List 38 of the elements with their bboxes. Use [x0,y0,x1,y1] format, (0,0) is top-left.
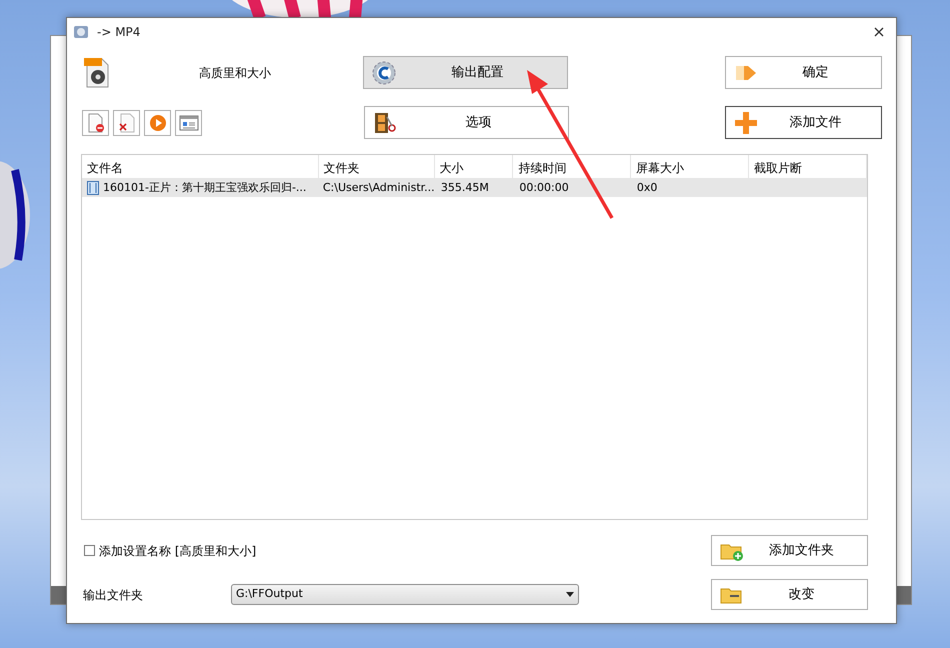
action-button[interactable]: 确定 [725,56,882,89]
column-header[interactable]: 持续时间 [513,155,632,178]
play-icon [148,114,166,132]
table-cell-text: 160101-正片：第十期王宝强欢乐回归-... [103,180,306,196]
action-button[interactable]: 选项 [364,106,569,139]
file-minus-icon [86,112,104,132]
app-icon [73,25,89,39]
file-cross-icon [118,112,136,132]
column-header[interactable]: 文件夹 [318,155,435,178]
plus-icon [734,110,758,134]
column-header[interactable]: 大小 [434,155,514,178]
change-button[interactable]: 改变 [711,579,868,610]
checkbox[interactable] [84,545,95,556]
column-header[interactable]: 截取片断 [749,155,868,178]
column-header[interactable]: 文件名 [82,155,319,178]
output-folder-dropdown[interactable]: G:\FFOutput [231,584,579,605]
mp4-file-icon [83,56,111,88]
video-file-icon [87,181,99,195]
action-button[interactable]: 输出配置 [363,56,568,89]
table-cell-text: C:\Users\Administr... [322,180,436,196]
film-scissors-icon [373,110,397,134]
column-header[interactable]: 屏幕大小 [631,155,750,178]
table-cell-text: 355.45M [440,180,490,196]
action-button[interactable]: 添加文件 [725,106,882,139]
table-cell-text: 0x0 [636,180,658,196]
output-folder-label: 输出文件夹 [83,586,144,604]
gear-icon [372,60,396,84]
play-button[interactable] [144,110,171,136]
window-icon [178,114,198,130]
window-title: -> MP4 [97,24,140,41]
info-window-button[interactable] [175,110,202,136]
table-cell-text: 00:00:00 [518,180,570,196]
file-row[interactable]: 160101-正片：第十期王宝强欢乐回归-... C:\Users\Administr... 355.45M 00:00:00 0x0 [82,179,867,197]
profile-label: 高质里和大小 [199,64,271,82]
remove-file-button[interactable] [82,110,109,136]
delete-file-button[interactable] [113,110,140,136]
add-folder-button[interactable]: 添加文件夹 [711,535,868,566]
dropdown-caret-icon [566,592,574,597]
